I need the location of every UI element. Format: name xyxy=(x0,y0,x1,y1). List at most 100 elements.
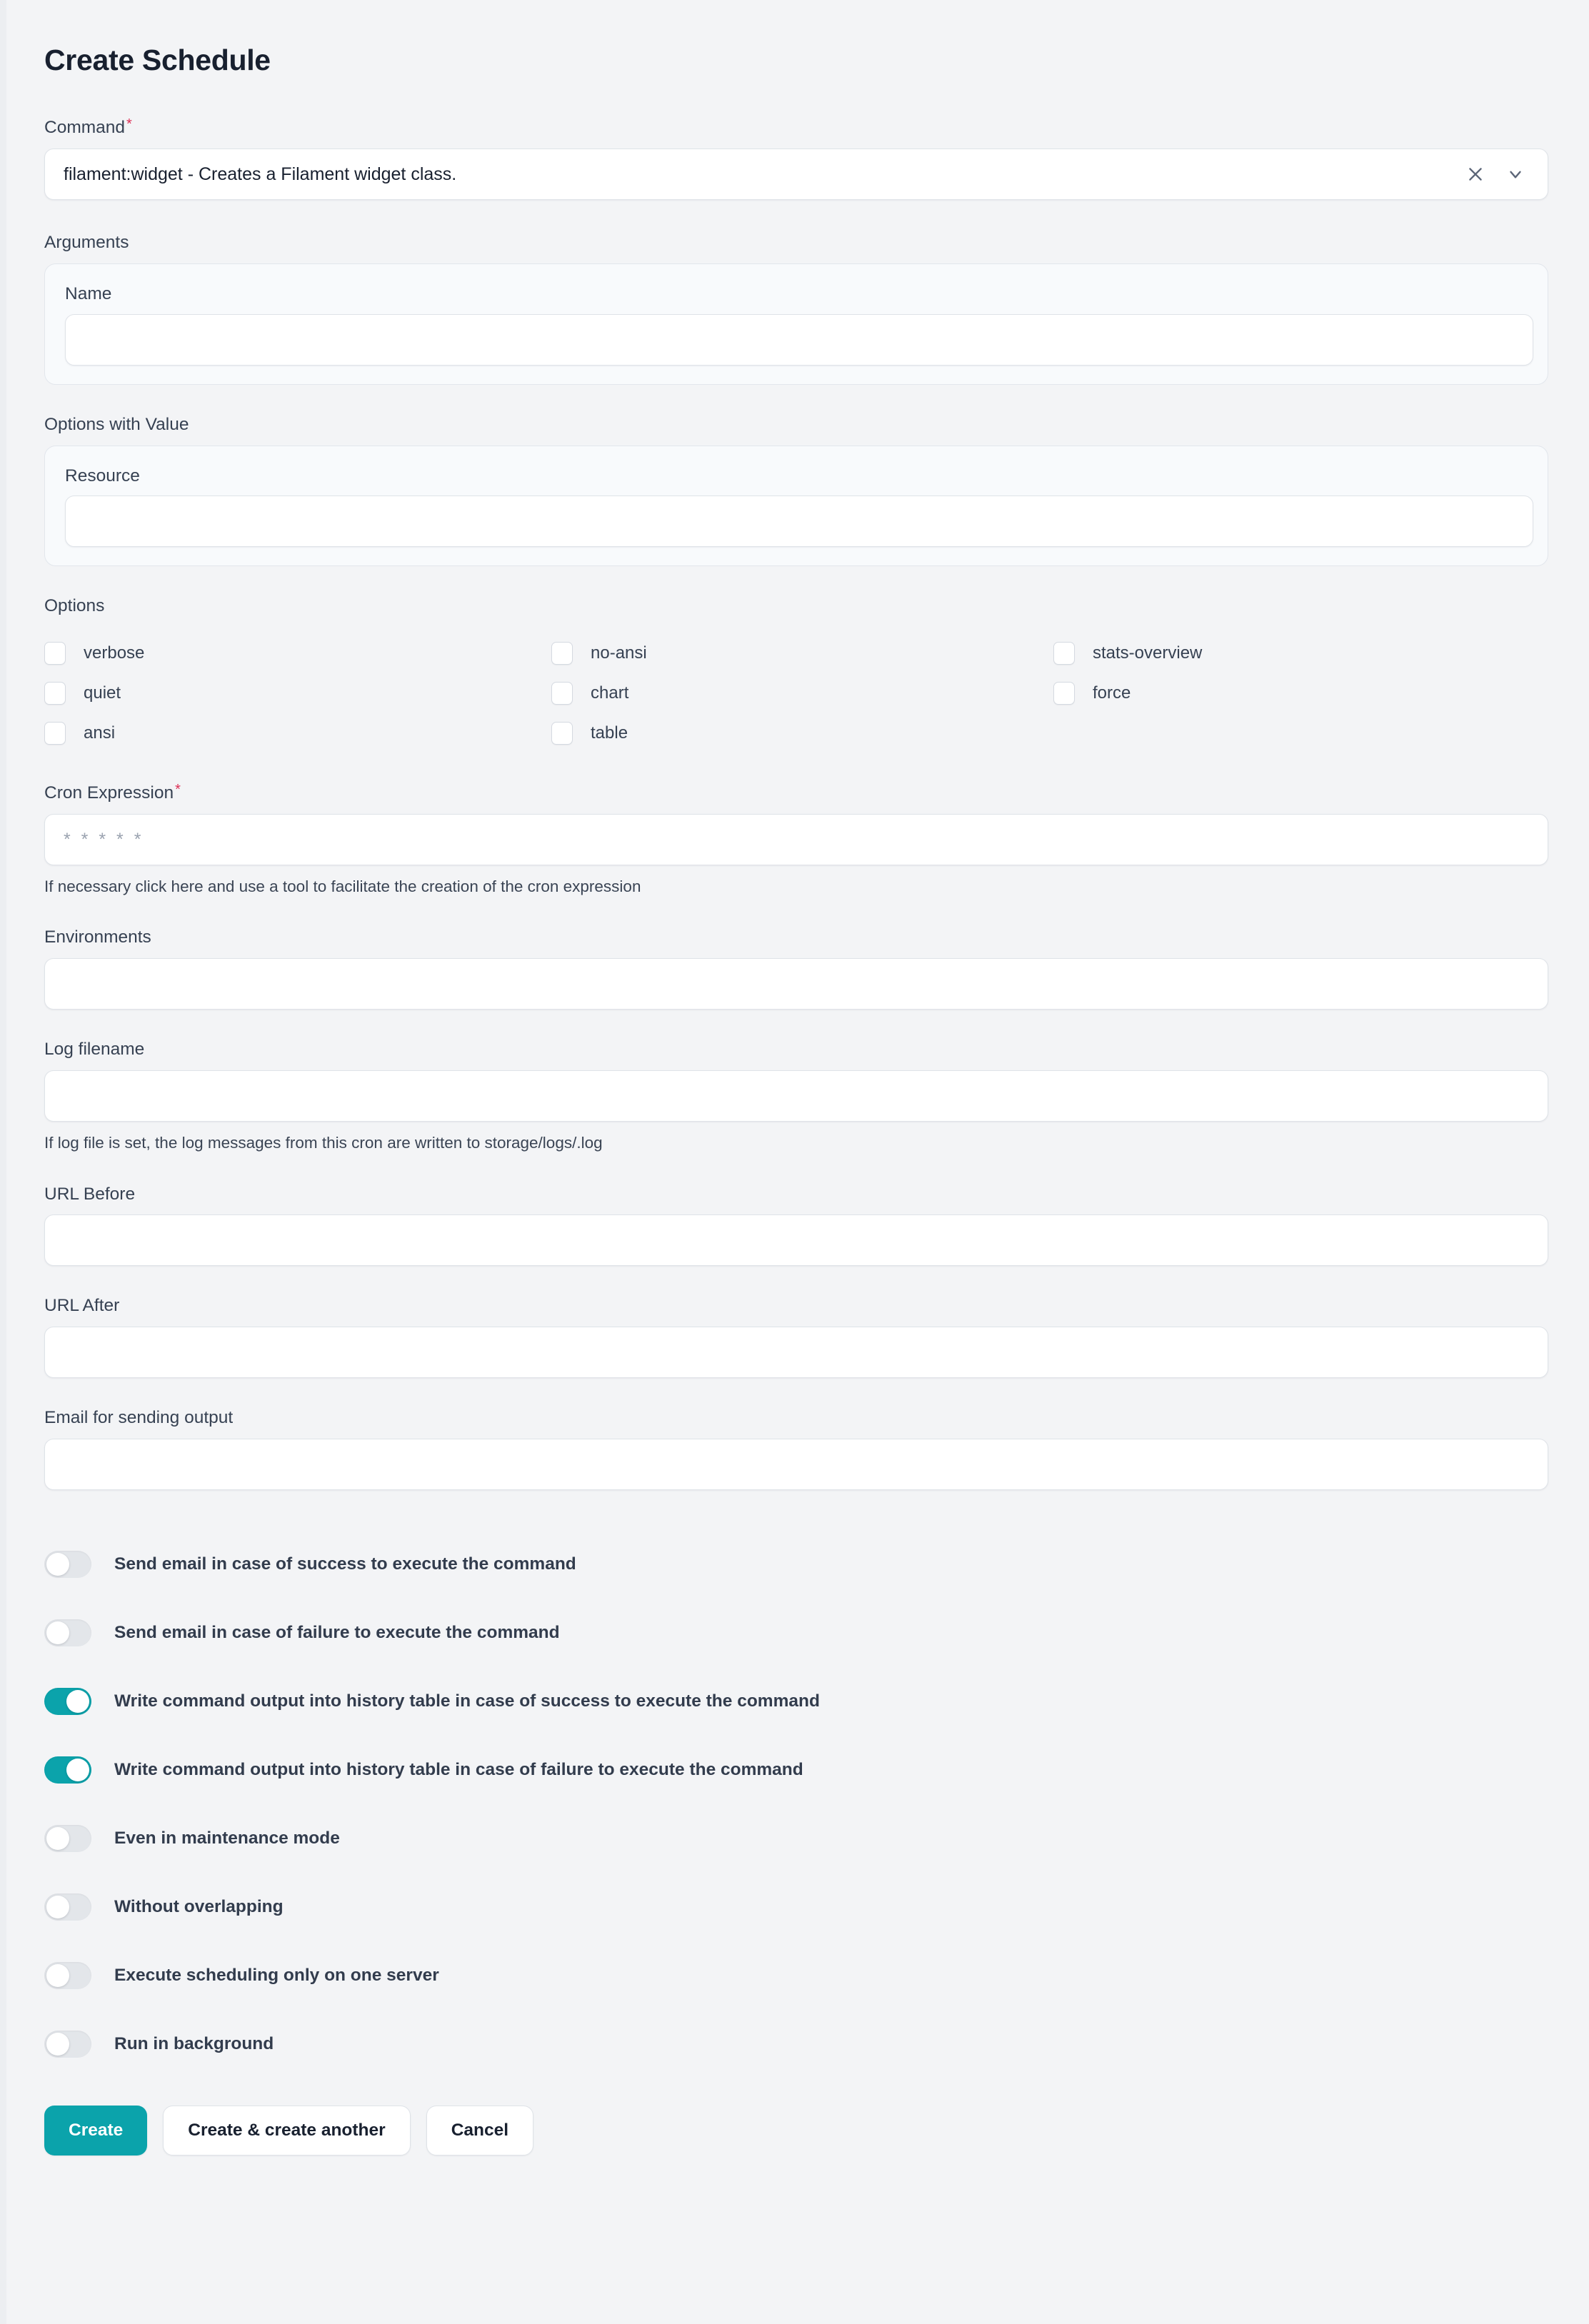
argument-name-input[interactable] xyxy=(65,313,1533,366)
url-after-label: URL After xyxy=(44,1296,120,1316)
field-cron-expression: Cron Expression * * * * * * If necessary … xyxy=(44,782,1548,897)
command-required-marker: * xyxy=(126,116,132,132)
command-selected-value: filament:widget - Creates a Filament wid… xyxy=(64,165,457,183)
checkbox-item-no-ansi[interactable]: no-ansi xyxy=(551,633,1053,673)
options-with-value-label: Options with Value xyxy=(44,414,189,434)
toggle-run-in-background[interactable] xyxy=(44,2031,91,2058)
close-icon[interactable] xyxy=(1466,165,1485,183)
checkbox-label-no-ansi: no-ansi xyxy=(591,643,647,663)
argument-name-label: Name xyxy=(65,283,112,303)
toggle-row-one-server[interactable]: Execute scheduling only on one server xyxy=(44,1941,1507,2010)
log-filename-input[interactable] xyxy=(44,1070,1548,1122)
cancel-button[interactable]: Cancel xyxy=(426,2106,534,2156)
checkbox-table[interactable] xyxy=(551,722,573,745)
toggle-one-server[interactable] xyxy=(44,1962,91,1990)
toggle-knob xyxy=(66,1690,89,1714)
checkbox-stats-overview[interactable] xyxy=(1053,642,1075,665)
field-arguments: Arguments Name xyxy=(44,231,1548,385)
checkbox-ansi[interactable] xyxy=(44,722,66,745)
log-filename-label: Log filename xyxy=(44,1040,145,1060)
toggle-email-success[interactable] xyxy=(44,1551,91,1579)
toggle-knob xyxy=(46,1964,69,1988)
create-and-create-another-button[interactable]: Create & create another xyxy=(163,2106,411,2156)
email-output-label: Email for sending output xyxy=(44,1408,234,1428)
field-email-output: Email for sending output xyxy=(44,1407,1548,1491)
checkbox-item-chart[interactable]: chart xyxy=(551,673,1053,713)
checkbox-item-ansi[interactable]: ansi xyxy=(44,713,551,753)
toggle-label-history-failure: Write command output into history table … xyxy=(114,1760,803,1780)
toggle-row-history-failure[interactable]: Write command output into history table … xyxy=(44,1736,1507,1804)
field-options-with-value: Options with Value Resource xyxy=(44,413,1548,567)
checkbox-label-table: table xyxy=(591,723,628,743)
toggle-row-run-in-background[interactable]: Run in background xyxy=(44,2010,1507,2078)
url-before-input[interactable] xyxy=(44,1214,1548,1267)
command-label: Command xyxy=(44,118,126,138)
cron-expression-label: Cron Expression xyxy=(44,783,174,803)
resource-input[interactable] xyxy=(65,496,1533,548)
cron-expression-placeholder: * * * * * xyxy=(64,830,144,849)
checkbox-verbose[interactable] xyxy=(44,642,66,665)
toggle-label-history-success: Write command output into history table … xyxy=(114,1691,820,1711)
checkbox-label-chart: chart xyxy=(591,683,629,703)
checkbox-item-empty xyxy=(1053,713,1507,753)
field-url-before: URL Before xyxy=(44,1183,1548,1267)
checkbox-item-table[interactable]: table xyxy=(551,713,1053,753)
checkbox-item-stats-overview[interactable]: stats-overview xyxy=(1053,633,1507,673)
options-label: Options xyxy=(44,596,105,616)
options-with-value-repeater: Resource xyxy=(44,445,1548,567)
toggle-knob xyxy=(46,1553,69,1576)
field-log-filename: Log filename If log file is set, the log… xyxy=(44,1038,1548,1154)
toggle-knob xyxy=(46,1896,69,1919)
form-actions: Create Create & create another Cancel xyxy=(44,2106,1507,2198)
chevron-down-icon[interactable] xyxy=(1506,165,1525,183)
checkbox-item-verbose[interactable]: verbose xyxy=(44,633,551,673)
command-select-icons xyxy=(1466,165,1525,183)
toggle-row-email-failure[interactable]: Send email in case of failure to execute… xyxy=(44,1599,1507,1667)
toggle-knob xyxy=(46,1827,69,1851)
toggle-maintenance-mode[interactable] xyxy=(44,1825,91,1853)
form-content: Create Schedule Command * filament:widget… xyxy=(0,0,1589,2198)
checkbox-item-force[interactable]: force xyxy=(1053,673,1507,713)
toggle-email-failure[interactable] xyxy=(44,1619,91,1647)
checkbox-no-ansi[interactable] xyxy=(551,642,573,665)
checkbox-label-ansi: ansi xyxy=(84,723,116,743)
options-checkbox-grid: verbose no-ansi stats-overview quiet cha… xyxy=(44,633,1507,753)
toggle-row-email-success[interactable]: Send email in case of success to execute… xyxy=(44,1530,1507,1599)
arguments-label: Arguments xyxy=(44,233,129,253)
toggle-label-run-in-background: Run in background xyxy=(114,2034,274,2054)
checkbox-quiet[interactable] xyxy=(44,682,66,705)
toggle-knob xyxy=(46,1621,69,1645)
toggle-list: Send email in case of success to execute… xyxy=(44,1530,1507,2078)
resource-label: Resource xyxy=(65,466,140,486)
create-schedule-page: Create Schedule Command * filament:widget… xyxy=(0,0,1589,2324)
cron-expression-helper: If necessary click here and use a tool t… xyxy=(44,877,641,896)
toggle-label-email-success: Send email in case of success to execute… xyxy=(114,1554,576,1574)
email-output-input[interactable] xyxy=(44,1439,1548,1491)
checkbox-label-verbose: verbose xyxy=(84,643,145,663)
toggle-row-history-success[interactable]: Write command output into history table … xyxy=(44,1667,1507,1736)
cron-expression-input[interactable]: * * * * * xyxy=(44,814,1548,866)
toggle-history-failure[interactable] xyxy=(44,1756,91,1784)
create-button[interactable]: Create xyxy=(44,2106,148,2156)
arguments-repeater: Name xyxy=(44,263,1548,385)
toggle-label-email-failure: Send email in case of failure to execute… xyxy=(114,1623,560,1643)
field-options: Options verbose no-ansi stats-overview q… xyxy=(44,595,1507,753)
checkbox-force[interactable] xyxy=(1053,682,1075,705)
checkbox-label-quiet: quiet xyxy=(84,683,121,703)
checkbox-item-quiet[interactable]: quiet xyxy=(44,673,551,713)
toggle-knob xyxy=(66,1759,89,1782)
checkbox-label-stats-overview: stats-overview xyxy=(1093,643,1203,663)
toggle-knob xyxy=(46,2033,69,2056)
toggle-row-without-overlapping[interactable]: Without overlapping xyxy=(44,1873,1507,1941)
toggle-row-maintenance-mode[interactable]: Even in maintenance mode xyxy=(44,1804,1507,1873)
checkbox-chart[interactable] xyxy=(551,682,573,705)
page-title: Create Schedule xyxy=(44,44,271,76)
toggle-history-success[interactable] xyxy=(44,1688,91,1716)
command-select[interactable]: filament:widget - Creates a Filament wid… xyxy=(44,149,1548,201)
url-after-input[interactable] xyxy=(44,1327,1548,1379)
toggle-without-overlapping[interactable] xyxy=(44,1893,91,1921)
field-url-after: URL After xyxy=(44,1294,1548,1379)
toggle-label-one-server: Execute scheduling only on one server xyxy=(114,1966,439,1986)
toggle-label-maintenance-mode: Even in maintenance mode xyxy=(114,1828,340,1848)
environments-input[interactable] xyxy=(44,958,1548,1010)
